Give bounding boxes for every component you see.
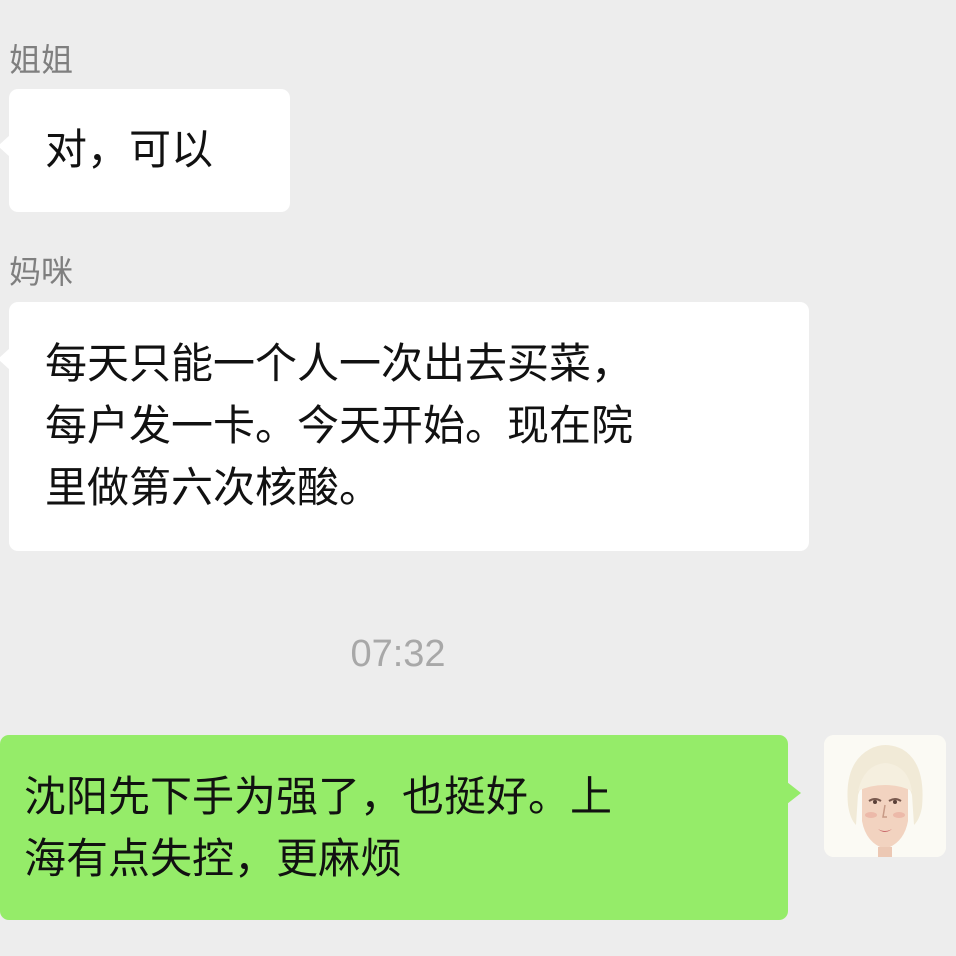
avatar-portrait-image (824, 735, 946, 857)
sender-name: 妈咪 (9, 253, 74, 291)
my-message-bubble[interactable]: 沈阳先下手为强了，也挺好。上 海有点失控，更麻烦 (0, 735, 801, 920)
my-avatar[interactable] (824, 735, 946, 857)
sender-name: 姐姐 (9, 41, 74, 79)
message-timestamp: 07:32 (350, 633, 446, 675)
message-bubble[interactable]: 对，可以 (0, 89, 290, 212)
message-bubble[interactable]: 每天只能一个人一次出去买菜， 每户发一卡。今天开始。现在院 里做第六次核酸。 (0, 302, 809, 551)
